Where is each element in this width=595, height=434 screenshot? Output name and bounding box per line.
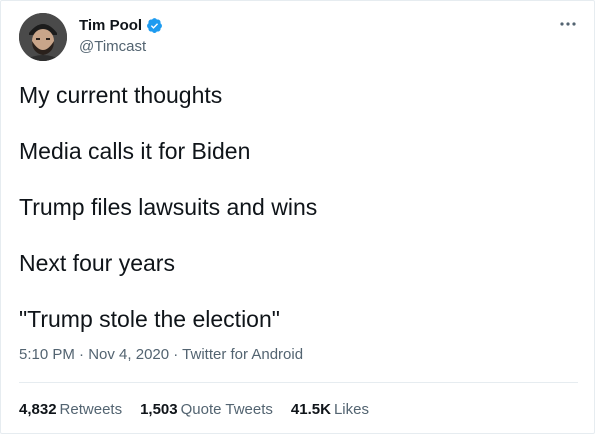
tweet-line: My current thoughts — [19, 82, 223, 108]
tweet-line: Trump files lawsuits and wins — [19, 194, 318, 220]
meta-separator: · — [169, 346, 183, 363]
divider — [19, 382, 578, 383]
retweets-stat[interactable]: 4,832 Retweets — [19, 400, 122, 420]
avatar[interactable] — [19, 13, 67, 61]
author-name-row: Tim Pool — [79, 16, 163, 35]
likes-count: 41.5K — [290, 401, 331, 418]
more-options-button[interactable] — [556, 11, 580, 35]
quote-tweets-stat[interactable]: 1,503 Quote Tweets — [140, 400, 273, 420]
quote-tweets-label: Quote Tweets — [180, 401, 273, 418]
meta-separator: · — [74, 346, 89, 363]
tweet-meta: 5:10 PM · Nov 4, 2020 · Twitter for Andr… — [19, 345, 303, 365]
retweets-label: Retweets — [59, 401, 123, 418]
engagement-stats: 4,832 Retweets 1,503 Quote Tweets 41.5K Lik… — [19, 400, 369, 420]
tweet-card: Tim Pool @Timcast My current thoughts Me… — [0, 0, 595, 434]
tweet-text: My current thoughts Media calls it for B… — [19, 81, 579, 361]
display-name[interactable]: Tim Pool — [79, 16, 142, 35]
tweet-line: Media calls it for Biden — [19, 138, 251, 164]
quote-tweets-count: 1,503 — [140, 401, 178, 418]
tweet-line: "Trump stole the election" — [19, 306, 280, 332]
tweet-line: Next four years — [19, 250, 175, 276]
tweet-date: Nov 4, 2020 — [88, 346, 170, 363]
likes-label: Likes — [333, 401, 369, 418]
verified-badge-icon — [146, 17, 163, 34]
tweet-timestamp-link[interactable]: 5:10 PM · Nov 4, 2020 — [19, 346, 169, 363]
tweet-source-link[interactable]: Twitter for Android — [182, 346, 303, 363]
more-horizontal-icon — [559, 14, 577, 32]
likes-stat[interactable]: 41.5K Likes — [291, 400, 369, 420]
handle[interactable]: @Timcast — [79, 37, 146, 56]
retweets-count: 4,832 — [19, 401, 57, 418]
tweet-time: 5:10 PM — [19, 346, 75, 363]
